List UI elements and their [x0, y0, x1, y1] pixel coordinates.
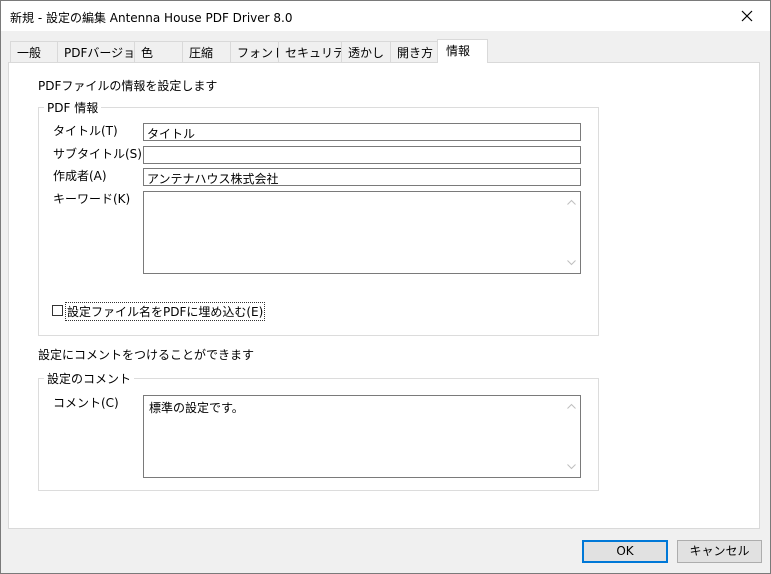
- embed-settings-label[interactable]: 設定ファイル名をPDFに埋め込む(E): [64, 302, 266, 321]
- info-intro-text: PDFファイルの情報を設定します: [38, 79, 218, 93]
- keywords-scrollbar[interactable]: [563, 192, 580, 273]
- scroll-down-icon: [567, 260, 576, 266]
- tab-label: 情報: [446, 44, 471, 58]
- subtitle-label: サブタイトル(S): [53, 147, 142, 161]
- tab-label: 一般: [17, 46, 42, 60]
- comment-textarea[interactable]: 標準の設定です。: [143, 395, 581, 478]
- close-button[interactable]: [724, 1, 770, 31]
- scroll-down-icon: [567, 464, 576, 470]
- author-label: 作成者(A): [53, 169, 107, 183]
- ok-button[interactable]: OK: [582, 540, 668, 563]
- comment-scrollbar[interactable]: [563, 396, 580, 477]
- title-bar: 新規 - 設定の編集 Antenna House PDF Driver 8.0: [1, 1, 770, 31]
- settings-comment-group-label: 設定のコメント: [44, 370, 135, 387]
- tab-fonts[interactable]: フォント: [230, 41, 285, 62]
- tab-pdf-version[interactable]: PDFバージョン: [57, 41, 147, 62]
- tab-general[interactable]: 一般: [10, 41, 58, 62]
- close-icon: [741, 10, 753, 22]
- tab-compression[interactable]: 圧縮: [182, 41, 231, 62]
- tab-label: 透かし: [348, 46, 385, 60]
- tab-label: 圧縮: [189, 46, 214, 60]
- comment-label: コメント(C): [53, 396, 119, 410]
- keywords-label: キーワード(K): [53, 192, 131, 206]
- comment-intro-text: 設定にコメントをつけることができます: [38, 348, 255, 362]
- cancel-button[interactable]: キャンセル: [677, 540, 762, 563]
- tab-color[interactable]: 色: [134, 41, 183, 62]
- author-field[interactable]: アンテナハウス株式会社: [143, 168, 581, 186]
- info-tab-panel: PDFファイルの情報を設定します PDF 情報 タイトル(T) タイトル サブタ…: [8, 62, 760, 529]
- tab-info[interactable]: 情報: [437, 39, 488, 63]
- tab-label: 開き方: [397, 46, 434, 60]
- pdf-info-group-label: PDF 情報: [44, 99, 102, 116]
- comment-text: 標準の設定です。: [149, 401, 244, 415]
- keywords-textarea[interactable]: [143, 191, 581, 274]
- title-label: タイトル(T): [53, 124, 118, 138]
- subtitle-field[interactable]: [143, 146, 581, 164]
- title-field[interactable]: タイトル: [143, 123, 581, 141]
- tab-label: 色: [141, 46, 154, 60]
- tab-security[interactable]: セキュリティ: [278, 41, 356, 62]
- scroll-up-icon: [567, 403, 576, 409]
- embed-settings-checkbox[interactable]: [52, 305, 63, 316]
- scroll-up-icon: [567, 199, 576, 205]
- tab-open-options[interactable]: 開き方: [390, 41, 439, 62]
- window-title: 新規 - 設定の編集 Antenna House PDF Driver 8.0: [10, 11, 293, 25]
- tab-watermark[interactable]: 透かし: [341, 41, 391, 62]
